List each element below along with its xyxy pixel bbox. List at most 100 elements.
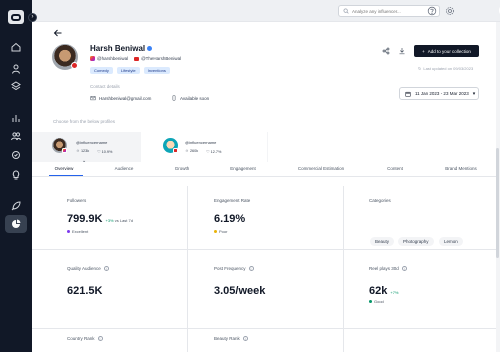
contact-email[interactable]: Harshbeniwal@gmail.com — [90, 95, 151, 101]
tag-chip: Lifestyle — [116, 67, 140, 74]
engagement-stat: ♡ 12.7% — [206, 150, 222, 154]
instagram-handle-text: @harshbeniwal — [97, 56, 129, 61]
youtube-handle[interactable]: @TheHarshBeniwal — [134, 56, 181, 61]
bulb-icon[interactable] — [10, 169, 22, 181]
badge-icon[interactable] — [10, 149, 22, 161]
info-icon[interactable]: i — [103, 266, 109, 271]
app-logo[interactable] — [8, 10, 24, 24]
followers-value: 799.9K +3% vs Last 7d — [67, 213, 133, 225]
tab-audience[interactable]: Audience — [115, 166, 134, 171]
last-updated: ↻ Last updated on 09/03/2023 — [418, 66, 473, 71]
calendar-icon — [405, 91, 411, 97]
active-tab-indicator — [49, 175, 83, 176]
sidebar-collapse-button[interactable]: › — [28, 13, 37, 22]
quality-audience-title: Quality Audience i — [67, 266, 109, 271]
chevron-down-icon: ▾ — [472, 90, 476, 97]
last-updated-text: Last updated on 09/03/2023 — [423, 66, 474, 71]
engagement-rate-title: Engagement Rate — [214, 198, 251, 203]
youtube-icon — [134, 56, 140, 61]
contact-phone: Available soon — [171, 95, 209, 101]
contact-details-title: Contact details — [90, 84, 120, 89]
grid-divider — [32, 249, 498, 250]
add-to-collection-button[interactable]: + Add to your collection — [414, 45, 479, 57]
info-icon[interactable]: i — [97, 336, 103, 341]
tab-overview[interactable]: Overview — [55, 166, 74, 171]
grid-divider — [32, 328, 498, 329]
category-chip: Beauty — [370, 237, 395, 246]
add-to-collection-label: Add to your collection — [427, 48, 471, 54]
help-icon[interactable] — [427, 6, 437, 16]
refresh-icon: ↻ — [418, 66, 422, 71]
date-range-picker[interactable]: 11 Jan 2023 - 23 Mar 2023 ▾ — [399, 87, 479, 100]
info-icon[interactable]: i — [401, 266, 407, 271]
beauty-rank-title: Beauty Rank i — [214, 336, 248, 341]
date-range-text: 11 Jan 2023 - 23 Mar 2023 — [415, 91, 469, 96]
tag-chip: Comedy — [90, 67, 113, 74]
profile-handles: @harshbeniwal @TheHarshBeniwal — [90, 56, 181, 61]
layers-icon[interactable] — [10, 80, 22, 92]
verified-check-icon — [147, 46, 153, 52]
search-icon — [343, 8, 349, 14]
account-username: @influencername — [185, 140, 217, 145]
tab-commercial-estimation[interactable]: Commercial Estimation — [298, 166, 344, 171]
rocket-icon[interactable] — [10, 200, 22, 212]
account-card-selected[interactable]: @influencername ☺ 123k ♡ 10.9% ⌄ — [32, 132, 141, 164]
followers-title: Followers — [67, 198, 87, 203]
contact-email-text: Harshbeniwal@gmail.com — [99, 95, 152, 101]
tab-brand-mentions[interactable]: Brand Mentions — [445, 166, 477, 171]
profile-name: Harsh Beniwal — [90, 44, 146, 53]
followers-status: Excellent — [67, 229, 88, 234]
engagement-rate-value: 6.19% — [214, 213, 246, 225]
tab-engagement[interactable]: Engagement — [230, 166, 256, 171]
followers-stat: ☺ 123k — [76, 149, 90, 153]
post-frequency-value: 3.05/week — [214, 285, 266, 297]
settings-gear-icon[interactable] — [445, 6, 455, 16]
reel-plays-change: +7% — [390, 290, 399, 295]
home-icon[interactable] — [10, 41, 22, 53]
group-icon[interactable] — [10, 130, 22, 142]
topbar — [32, 0, 500, 22]
info-icon[interactable]: i — [242, 336, 248, 341]
country-rank-title: Country Rank i — [67, 336, 103, 341]
instagram-handle[interactable]: @harshbeniwal — [90, 56, 128, 61]
followers-stat: ☺ 260k — [185, 149, 199, 153]
account-stats: ☺ 260k ♡ 12.7% — [185, 149, 221, 154]
profile-tags: Comedy Lifestyle Inventions — [90, 67, 170, 74]
info-icon[interactable]: i — [248, 266, 254, 271]
scrollbar-thumb[interactable] — [496, 148, 499, 258]
followers-change: +3% vs Last 7d — [105, 218, 133, 223]
tab-content[interactable]: Content — [387, 166, 403, 171]
download-icon[interactable] — [398, 47, 406, 55]
choose-profile-label: Choose from the below profiles — [53, 119, 116, 124]
categories-title: Categories — [369, 198, 391, 203]
quality-audience-value: 621.5K — [67, 285, 103, 297]
engagement-stat: ♡ 10.9% — [97, 150, 113, 154]
contact-phone-text: Available soon — [180, 95, 210, 101]
search-input[interactable] — [352, 8, 439, 14]
tab-bar: Overview Audience Growth Engagement Comm… — [32, 163, 498, 177]
back-arrow-icon[interactable] — [53, 28, 63, 38]
platform-badge-icon — [71, 62, 78, 69]
account-username: @influencername — [76, 140, 108, 145]
youtube-handle-text: @TheHarshBeniwal — [141, 56, 182, 61]
post-frequency-title: Post Frequency i — [214, 266, 254, 271]
bar-chart-icon[interactable] — [10, 112, 22, 124]
status-dot — [214, 230, 217, 233]
share-icon[interactable] — [382, 47, 390, 55]
reel-plays-status: Good — [369, 299, 384, 304]
account-card[interactable]: @influencername ☺ 260k ♡ 12.7% — [141, 132, 268, 162]
engagement-rate-status: Poor — [214, 229, 227, 234]
reel-plays-title: Reel plays 30d i — [369, 266, 407, 271]
mail-icon — [90, 96, 96, 101]
instagram-icon — [62, 148, 67, 153]
plus-icon: + — [422, 48, 425, 54]
search-bar[interactable] — [338, 5, 440, 17]
main-content: Harsh Beniwal @harshbeniwal @TheHarshBen… — [32, 22, 498, 352]
status-dot — [369, 300, 372, 303]
tab-growth[interactable]: Growth — [175, 166, 190, 171]
category-chip: Photography — [398, 237, 434, 246]
category-chip: Lemon — [439, 237, 463, 246]
user-icon[interactable] — [10, 63, 22, 75]
account-stats: ☺ 123k ♡ 10.9% — [76, 149, 112, 154]
pie-chart-icon[interactable] — [10, 218, 22, 230]
